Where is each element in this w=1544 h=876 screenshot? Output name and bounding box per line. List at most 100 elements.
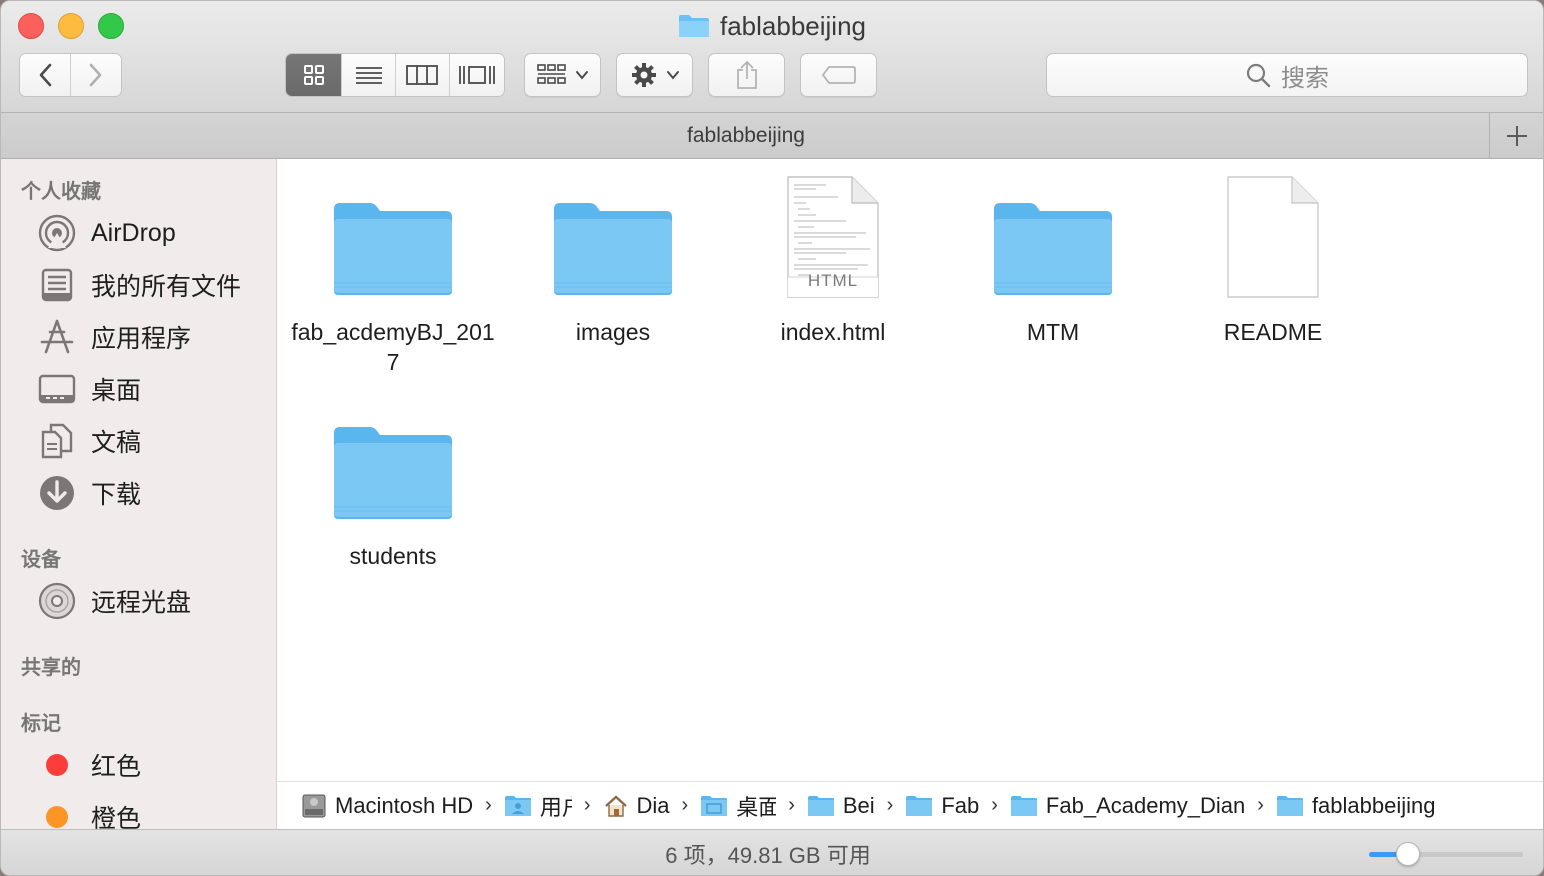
sidebar-item-desktop[interactable]: 桌面 xyxy=(37,369,141,409)
share-icon xyxy=(736,60,757,89)
tab-fablabbeijing[interactable]: fablabbeijing xyxy=(1,113,1491,159)
home-icon xyxy=(604,794,627,817)
status-text: 6 项，49.81 GB 可用 xyxy=(665,843,871,868)
new-tab-button[interactable] xyxy=(1489,113,1543,159)
arrange-button[interactable] xyxy=(524,53,601,97)
path-item-fablabbeijing[interactable]: fablabbeijing xyxy=(1276,792,1436,819)
sidebar-item-label: 下载 xyxy=(91,481,142,509)
folder-icon xyxy=(1010,795,1037,816)
file-item-mtm[interactable]: MTM xyxy=(943,159,1163,347)
path-item-label: Fab_Academy_Dian xyxy=(1045,792,1246,818)
folder-icon xyxy=(334,203,452,295)
view-mode-control xyxy=(285,53,505,97)
edit-tags-button[interactable] xyxy=(800,53,877,97)
action-button[interactable] xyxy=(616,53,693,97)
file-name: MTM xyxy=(1026,319,1080,345)
forward-button[interactable] xyxy=(70,54,121,96)
downloads-icon xyxy=(37,473,77,513)
sidebar-item-tag-red[interactable]: 红色 xyxy=(37,745,141,785)
path-item-fab-academy-dian[interactable]: Fab_Academy_Dian xyxy=(1010,793,1245,819)
tag-icon xyxy=(821,66,856,84)
applications-icon xyxy=(37,317,77,357)
path-item-label: 用户 xyxy=(539,794,572,820)
cover-flow-icon xyxy=(458,66,495,84)
slider-knob[interactable] xyxy=(1396,842,1420,866)
plus-icon xyxy=(1506,126,1527,146)
hard-drive-icon xyxy=(302,794,326,817)
path-item-label: Dia xyxy=(636,792,670,818)
path-item-macintosh-hd[interactable]: Macintosh HD xyxy=(301,793,473,819)
chevron-down-icon xyxy=(575,71,588,80)
path-item-label: Bei xyxy=(842,792,875,818)
list-view-button[interactable] xyxy=(342,54,396,96)
sidebar-item-label: 我的所有文件 xyxy=(91,273,242,301)
path-item-label: fablabbeijing xyxy=(1311,792,1436,818)
sidebar-item-label: 远程光盘 xyxy=(91,589,192,617)
file-item-students[interactable]: students xyxy=(283,383,503,571)
file-item-index-html[interactable]: HTML index.html xyxy=(723,159,943,347)
path-separator-icon: › xyxy=(1257,794,1264,816)
all-files-icon xyxy=(37,265,77,305)
path-separator-icon: › xyxy=(681,794,689,816)
path-item-bei[interactable]: Bei xyxy=(807,793,875,819)
finder-window: fablabbeijing 搜索 fablabbeijing 个人收藏 AirD… xyxy=(0,0,1544,876)
path-item-fab[interactable]: Fab xyxy=(905,793,979,819)
sidebar-item-downloads[interactable]: 下载 xyxy=(37,473,141,513)
sidebar-section-tags: 标记 xyxy=(21,713,61,735)
sidebar-item-documents[interactable]: 文稿 xyxy=(37,421,141,461)
remote-disc-icon xyxy=(37,581,77,621)
icon-size-slider[interactable] xyxy=(1369,842,1523,866)
chevron-down-icon xyxy=(666,71,679,80)
sidebar-item-applications[interactable]: 应用程序 xyxy=(37,317,191,357)
list-icon xyxy=(355,67,382,84)
tag-color-dot xyxy=(37,745,77,785)
path-item-label: Fab xyxy=(941,792,980,818)
path-item-desktop[interactable]: 桌面 xyxy=(700,790,776,822)
file-item-fab-acdemybj-2017[interactable]: fab_acdemyBJ_2017 xyxy=(283,159,503,377)
chevron-right-icon xyxy=(89,63,102,87)
path-item-users[interactable]: 用户 xyxy=(504,790,572,822)
file-name: students xyxy=(349,543,437,569)
folder-icon xyxy=(334,427,452,519)
desktop-icon xyxy=(37,369,77,409)
sidebar-item-airdrop[interactable]: AirDrop xyxy=(37,213,176,253)
column-view-button[interactable] xyxy=(396,54,450,96)
file-item-images[interactable]: images xyxy=(503,159,723,347)
path-item-label: 桌面 xyxy=(736,794,777,820)
sidebar-item-label: AirDrop xyxy=(91,218,176,247)
sidebar-item-label: 红色 xyxy=(91,753,142,781)
tab-bar: fablabbeijing xyxy=(1,113,1543,159)
cover-flow-view-button[interactable] xyxy=(449,54,504,96)
share-button[interactable] xyxy=(708,53,785,97)
file-name: README xyxy=(1223,319,1323,345)
sidebar-section-shared: 共享的 xyxy=(21,657,81,679)
path-separator-icon: › xyxy=(991,794,998,816)
sidebar-item-label: 应用程序 xyxy=(91,325,192,353)
sidebar-section-favorites: 个人收藏 xyxy=(21,181,101,203)
status-bar: 6 项，49.81 GB 可用 xyxy=(1,829,1543,875)
path-item-label: Macintosh HD xyxy=(335,792,474,818)
search-icon xyxy=(1246,63,1271,88)
grid-icon xyxy=(303,65,324,85)
airdrop-icon xyxy=(37,213,77,253)
back-button[interactable] xyxy=(20,54,71,96)
toolbar: fablabbeijing 搜索 xyxy=(1,1,1543,113)
sidebar-item-all-files[interactable]: 我的所有文件 xyxy=(37,265,241,305)
gear-icon xyxy=(631,63,656,87)
path-separator-icon: › xyxy=(583,794,591,816)
desktop-folder-icon xyxy=(701,795,728,816)
path-item-home[interactable]: Dia xyxy=(603,793,670,819)
sidebar-item-remote-disc[interactable]: 远程光盘 xyxy=(37,581,191,621)
file-item-readme[interactable]: README xyxy=(1163,159,1383,347)
documents-icon xyxy=(37,421,77,461)
users-folder-icon xyxy=(504,795,531,816)
icon-view-button[interactable] xyxy=(286,54,343,96)
html-badge: HTML xyxy=(807,271,859,290)
search-placeholder: 搜索 xyxy=(1281,64,1329,92)
columns-icon xyxy=(406,65,439,85)
document-icon xyxy=(1227,176,1319,298)
sidebar-item-label: 桌面 xyxy=(91,377,142,405)
path-bar: Macintosh HD › 用户 › Dia › xyxy=(277,781,1543,829)
file-name: fab_acdemyBJ_2017 xyxy=(291,319,495,375)
search-field[interactable]: 搜索 xyxy=(1046,53,1528,97)
